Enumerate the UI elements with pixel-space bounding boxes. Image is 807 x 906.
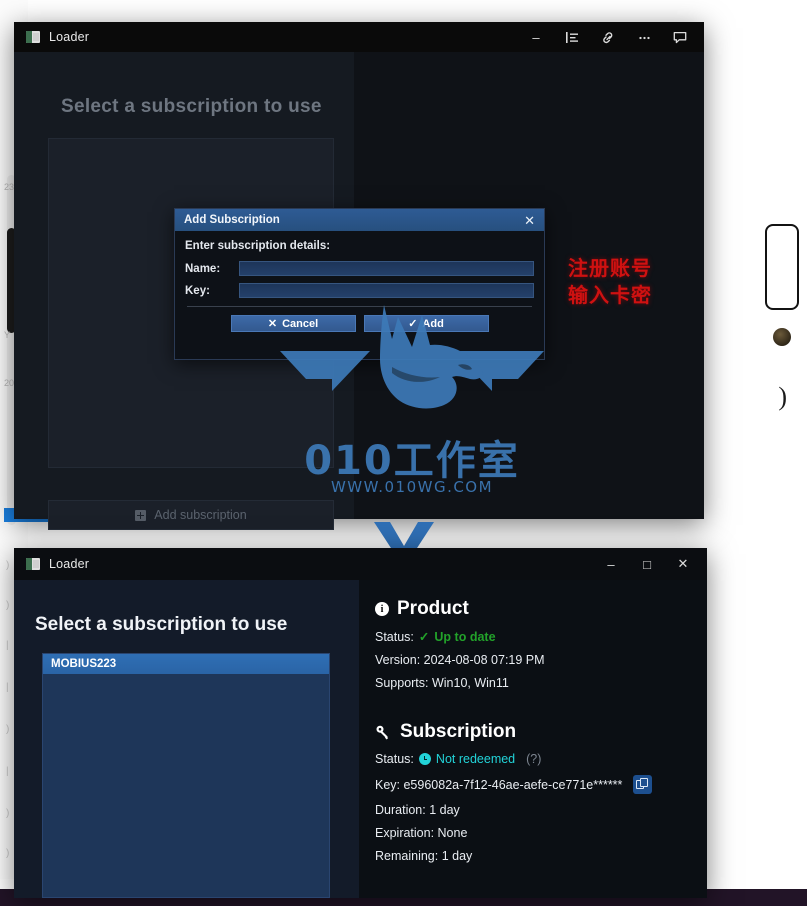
name-field-label: Name: — [185, 262, 221, 275]
bottom-window-titlebar: Loader – □ ✕ — [14, 548, 707, 580]
background-left-mark: | — [6, 766, 9, 777]
dialog-subtitle: Enter subscription details: — [185, 240, 331, 252]
background-left-mark: ) — [6, 848, 10, 859]
list-item[interactable]: MOBIUS223 — [43, 654, 329, 674]
close-icon[interactable]: ✕ — [521, 214, 538, 227]
bottom-subscription-panel: Select a subscription to use MOBIUS223 — [14, 580, 359, 898]
screenshot-root: 23 Y 20 ) ) ) | | ) | ) ) Loader – Selec… — [0, 0, 807, 906]
key-input[interactable] — [239, 283, 534, 298]
copy-icon[interactable] — [633, 775, 653, 794]
clock-icon — [418, 753, 431, 765]
subscription-title-text: Subscription — [400, 721, 517, 742]
ellipsis-icon[interactable] — [626, 22, 662, 52]
product-status-label: Status: — [375, 629, 414, 644]
key-icon — [376, 725, 389, 739]
add-subscription-dialog: Add Subscription ✕ Enter subscription de… — [174, 208, 545, 360]
status-help-icon[interactable]: (?) — [526, 752, 541, 766]
maximize-button[interactable]: □ — [629, 549, 665, 579]
minimize-button[interactable]: – — [593, 549, 629, 579]
info-icon: i — [375, 602, 389, 616]
chinese-annotation: 注册账号 输入卡密 — [568, 255, 652, 309]
dialog-title: Add Subscription — [184, 214, 280, 226]
check-icon: ✓ — [408, 318, 418, 330]
name-input[interactable] — [239, 261, 534, 276]
background-left-mark: ) — [6, 560, 10, 571]
add-subscription-label: Add subscription — [154, 508, 247, 522]
cancel-button[interactable]: ✕ Cancel — [230, 315, 356, 332]
cancel-label: Cancel — [282, 317, 319, 330]
subscription-expiration-row: Expiration: None — [375, 826, 468, 840]
close-button[interactable]: ✕ — [665, 549, 701, 579]
background-left-mark: | — [6, 640, 9, 651]
product-supports-row: Supports: Win10, Win11 — [375, 676, 509, 690]
chinese-annotation-line1: 注册账号 — [568, 256, 652, 280]
app-icon — [26, 31, 40, 43]
bottom-window-title: Loader — [49, 557, 90, 571]
product-section-title: i Product — [375, 598, 707, 620]
background-right-paren: ) — [778, 382, 787, 411]
subscription-status-row: Status: Not redeemed (?) — [375, 752, 707, 766]
bottom-window-body: Select a subscription to use MOBIUS223 i… — [14, 580, 707, 898]
cancel-icon: ✕ — [267, 318, 278, 330]
add-subscription-button[interactable]: Add subscription — [48, 500, 334, 530]
product-version-row: Version: 2024-08-08 07:19 PM — [375, 653, 545, 667]
dialog-actions: ✕ Cancel ✓ Add — [185, 307, 534, 332]
product-status-value: Up to date — [434, 629, 496, 644]
list-format-icon[interactable] — [554, 22, 590, 52]
check-icon: ✓ — [418, 630, 430, 644]
top-window-titlebar: Loader – — [14, 22, 704, 52]
link-icon[interactable] — [590, 22, 626, 52]
product-status-row: Status: ✓ Up to date — [375, 629, 707, 645]
subscription-remaining-row: Remaining: 1 day — [375, 849, 473, 863]
add-label: Add — [422, 317, 444, 330]
background-tick-label: Y — [4, 330, 11, 340]
comment-icon[interactable] — [662, 22, 698, 52]
name-field-row: Name: — [185, 261, 534, 276]
subscription-status-value: Not redeemed — [435, 752, 516, 766]
subscription-key-row: Key: e596082a-7f12-46ae-aefe-ce771e*****… — [375, 775, 707, 794]
minimize-button[interactable]: – — [518, 22, 554, 52]
bottom-details-panel: i Product Status: ✓ Up to date Version: … — [359, 580, 707, 898]
bottom-loader-window: Loader – □ ✕ Select a subscription to us… — [14, 548, 707, 898]
background-left-mark: ) — [6, 808, 10, 819]
top-window-title: Loader — [49, 30, 90, 44]
dialog-body: Enter subscription details: Name: Key: ✕… — [175, 231, 544, 332]
background-left-mark: ) — [6, 600, 10, 611]
background-tick-label: 23 — [4, 182, 15, 192]
dialog-titlebar: Add Subscription ✕ — [175, 209, 544, 231]
bottom-subscription-list[interactable]: MOBIUS223 — [42, 653, 330, 898]
add-button[interactable]: ✓ Add — [363, 315, 489, 332]
product-title-text: Product — [397, 598, 469, 619]
bottom-panel-heading: Select a subscription to use — [35, 614, 288, 635]
background-tick-label: 20 — [4, 378, 15, 388]
background-right-card — [765, 224, 799, 310]
subscription-status-label: Status: — [375, 752, 414, 766]
background-right-dot — [773, 328, 791, 346]
key-field-label: Key: — [185, 284, 210, 297]
subscription-duration-row: Duration: 1 day — [375, 803, 460, 817]
subscription-section-title: Subscription — [375, 721, 707, 743]
background-left-mark: | — [6, 682, 9, 693]
top-panel-heading: Select a subscription to use — [61, 96, 322, 117]
background-left-mark: ) — [6, 724, 10, 735]
chinese-annotation-line2: 输入卡密 — [568, 283, 652, 307]
subscription-key-text: Key: e596082a-7f12-46ae-aefe-ce771e*****… — [375, 777, 623, 792]
key-field-row: Key: — [185, 283, 534, 298]
app-icon — [26, 558, 40, 570]
plus-icon — [135, 509, 147, 521]
